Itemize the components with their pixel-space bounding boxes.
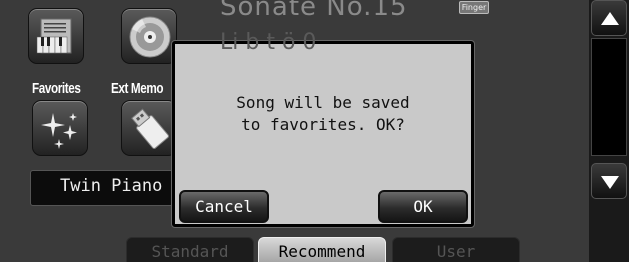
finger-badge: Finger (459, 1, 489, 14)
screen: Sonate No.15 Li b t ö 0 Finger Favorites… (0, 0, 629, 266)
dialog-message: Song will be saved to favorites. OK? (236, 93, 410, 134)
sparkle-stars-icon (41, 113, 77, 149)
piano-score-icon (36, 18, 72, 54)
category-tile-disc[interactable] (121, 8, 177, 64)
ext-memo-label: Ext Memo (111, 80, 164, 97)
triangle-up-icon (601, 12, 619, 25)
usb-memory-icon (131, 108, 169, 149)
song-title: Sonate No.15 (220, 0, 408, 22)
ok-button[interactable]: OK (378, 190, 468, 223)
song-composer: Li b t ö 0 (220, 30, 317, 55)
category-tile-favorites[interactable] (32, 100, 88, 156)
triangle-down-icon (601, 176, 619, 189)
scroll-up-button[interactable] (591, 0, 627, 36)
confirm-dialog: Song will be saved to favorites. OK? Can… (172, 41, 474, 227)
favorites-label: Favorites (32, 80, 81, 97)
category-tile-ext-memory[interactable] (121, 100, 177, 156)
cancel-button[interactable]: Cancel (179, 190, 269, 223)
disc-icon (129, 16, 171, 58)
category-tile-piano[interactable] (28, 8, 84, 64)
scroll-down-button[interactable] (591, 163, 627, 199)
bottom-border (0, 262, 629, 266)
tone-name: Twin Piano (60, 176, 163, 196)
scroll-track[interactable] (591, 38, 627, 156)
